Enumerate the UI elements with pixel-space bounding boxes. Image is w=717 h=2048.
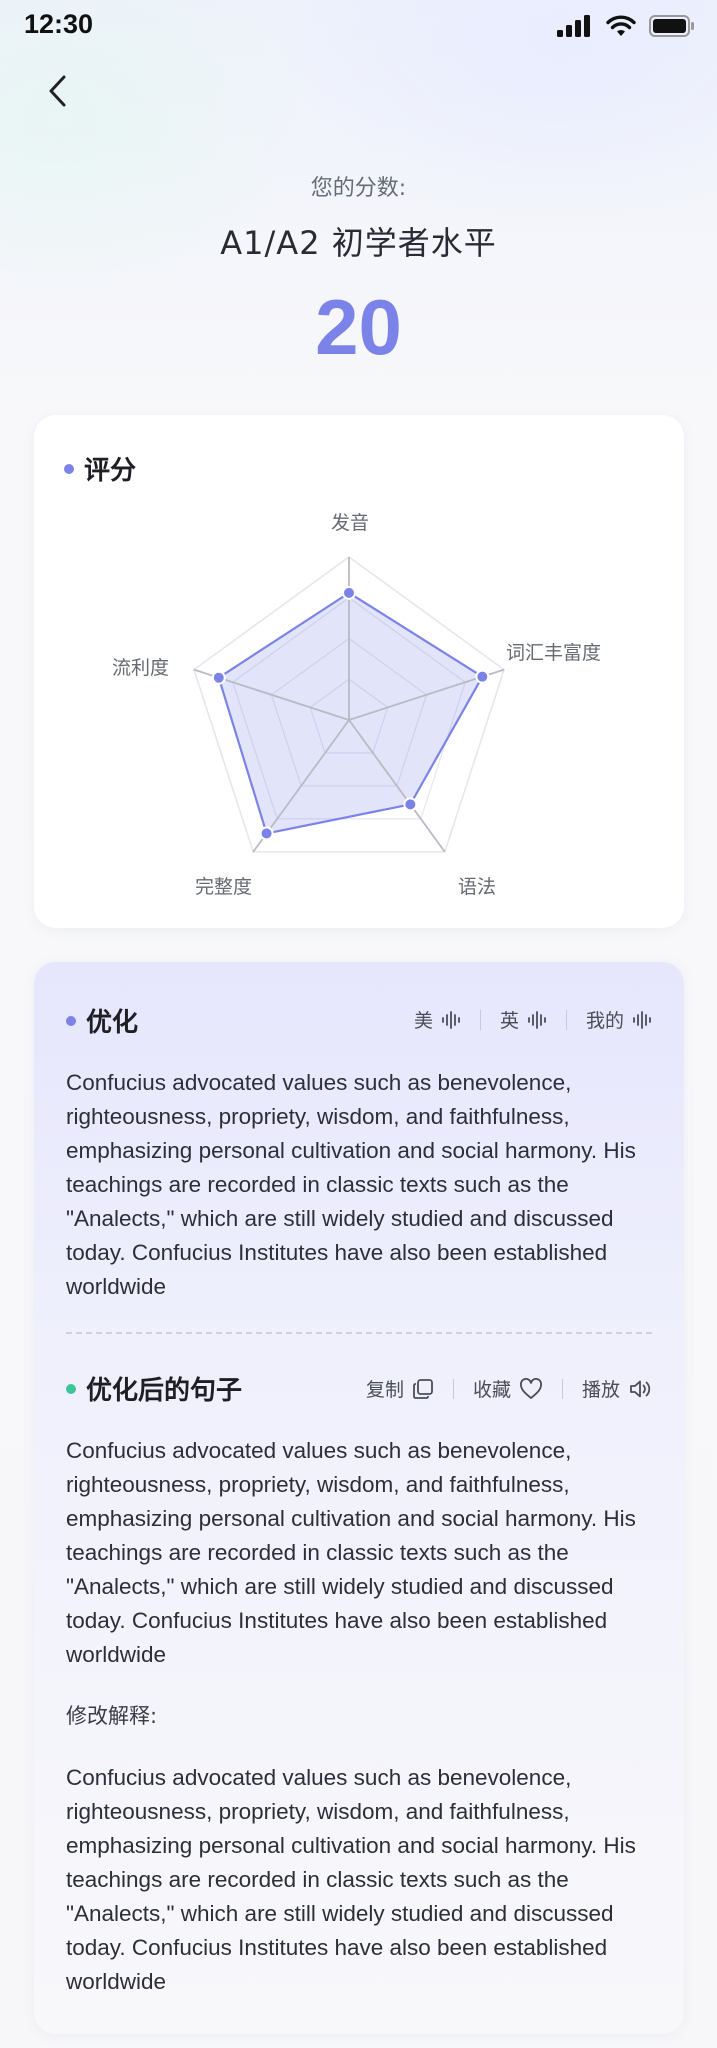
radar-series-area xyxy=(217,591,484,835)
title-dot xyxy=(66,1383,76,1394)
voice-wave-icon xyxy=(633,1010,651,1029)
voice-mine-button[interactable]: 我的 xyxy=(586,1006,652,1033)
voice-us-label: 美 xyxy=(413,1010,433,1032)
wifi-icon xyxy=(606,15,636,36)
axis-label-grammar: 语法 xyxy=(458,876,497,898)
score-label: 您的分数: xyxy=(310,176,407,201)
copy-icon xyxy=(413,1378,433,1399)
divider xyxy=(479,1009,481,1030)
back-button[interactable] xyxy=(40,70,76,112)
explanation-text: Confucius advocated values such as benev… xyxy=(66,1765,636,1994)
status-time: 12:30 xyxy=(24,9,94,39)
copy-button[interactable]: 复制 xyxy=(366,1375,434,1402)
rating-card: 评分 发音 词汇丰富度 语法 完整度 流利度 xyxy=(34,415,684,928)
battery-icon xyxy=(649,15,694,37)
optimized-sentence: Confucius advocated values such as benev… xyxy=(66,1438,636,1667)
action-toolbar: 复制 收藏 播放 xyxy=(366,1375,652,1402)
score-value: 20 xyxy=(315,283,402,371)
voice-mine-label: 我的 xyxy=(585,1010,624,1032)
radar-data-point xyxy=(403,797,418,812)
original-text: Confucius advocated values such as benev… xyxy=(66,1070,636,1299)
optimized-title: 优化后的句子 xyxy=(66,1370,242,1407)
divider xyxy=(561,1378,563,1399)
level-title: A1/A2 初学者水平 xyxy=(220,224,497,262)
favorite-button[interactable]: 收藏 xyxy=(473,1375,543,1402)
dashed-divider xyxy=(66,1332,652,1334)
optimized-title-text: 优化后的句子 xyxy=(86,1376,243,1406)
speaker-icon xyxy=(630,1380,651,1397)
play-label: 播放 xyxy=(581,1379,620,1401)
axis-label-pronunciation: 发音 xyxy=(331,512,370,534)
title-dot xyxy=(66,1015,76,1026)
favorite-label: 收藏 xyxy=(472,1379,511,1401)
optimize-title-text: 优化 xyxy=(86,1008,139,1038)
axis-label-fluency: 流利度 xyxy=(112,657,170,679)
optimize-title: 优化 xyxy=(66,1002,138,1039)
chevron-left-icon xyxy=(49,75,66,107)
status-icons xyxy=(557,14,695,38)
voice-uk-button[interactable]: 英 xyxy=(500,1006,547,1033)
radar-data-point xyxy=(211,670,226,685)
heart-icon xyxy=(520,1377,542,1399)
status-bar: 12:30 xyxy=(0,0,717,50)
play-button[interactable]: 播放 xyxy=(582,1375,652,1402)
radar-data-point xyxy=(475,669,490,684)
voice-wave-icon xyxy=(442,1010,460,1029)
voice-us-button[interactable]: 美 xyxy=(414,1006,461,1033)
divider xyxy=(452,1378,454,1399)
signal-icon xyxy=(557,15,590,37)
explanation-label: 修改解释: xyxy=(66,1704,158,1728)
radar-data-point xyxy=(259,826,274,841)
radar-data-point xyxy=(342,585,356,600)
voice-uk-label: 英 xyxy=(499,1010,519,1032)
axis-label-completeness: 完整度 xyxy=(195,876,253,898)
axis-label-vocabulary: 词汇丰富度 xyxy=(506,642,602,664)
voice-wave-icon xyxy=(528,1010,546,1029)
divider xyxy=(565,1009,567,1030)
copy-label: 复制 xyxy=(365,1379,404,1401)
optimization-card: 优化 美 英 我的 Confucius advocated values suc… xyxy=(34,962,684,2034)
voice-toolbar: 美 英 我的 xyxy=(414,1006,652,1033)
